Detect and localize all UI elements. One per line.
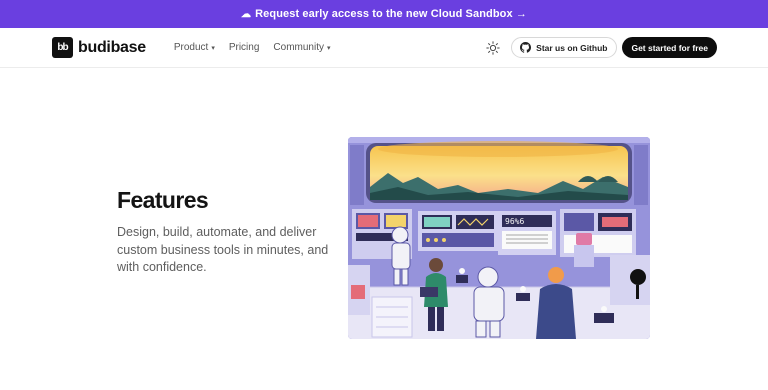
- hero-section: Features Design, build, automate, and de…: [0, 137, 768, 339]
- nav-pricing-label: Pricing: [228, 42, 260, 53]
- nav-community[interactable]: Community ▾: [273, 42, 330, 53]
- logo[interactable]: bb budibase: [52, 37, 146, 58]
- logo-text: budibase: [78, 38, 146, 56]
- nav-community-label: Community: [273, 42, 324, 53]
- cloud-icon: ☁: [241, 8, 252, 20]
- hero-text: Features Design, build, automate, and de…: [117, 187, 332, 277]
- page-subtitle: Design, build, automate, and deliver cus…: [117, 225, 329, 274]
- nav-product-label: Product: [173, 42, 209, 53]
- nav-product[interactable]: Product ▾: [174, 42, 215, 53]
- svg-text:96%6: 96%6: [505, 217, 524, 226]
- page-title: Features: [117, 187, 209, 213]
- nav-pricing[interactable]: Pricing: [229, 42, 260, 53]
- hero-illustration: 96%6: [348, 137, 650, 339]
- github-button-label: Star us on Github: [536, 42, 608, 53]
- get-started-button[interactable]: Get started for free: [622, 37, 717, 58]
- chevron-down-icon: ▾: [211, 44, 215, 52]
- github-icon: [520, 42, 532, 53]
- chevron-down-icon: ▾: [326, 44, 331, 52]
- banner-text[interactable]: Request early access to the new Cloud Sa…: [255, 8, 527, 20]
- theme-toggle-sun-icon[interactable]: [485, 40, 501, 56]
- top-navigation: bb budibase Product ▾ Pricing Community …: [0, 28, 768, 68]
- github-star-button[interactable]: Star us on Github: [511, 37, 618, 58]
- logo-mark: bb: [52, 37, 73, 58]
- announcement-banner[interactable]: ☁ Request early access to the new Cloud …: [0, 0, 768, 28]
